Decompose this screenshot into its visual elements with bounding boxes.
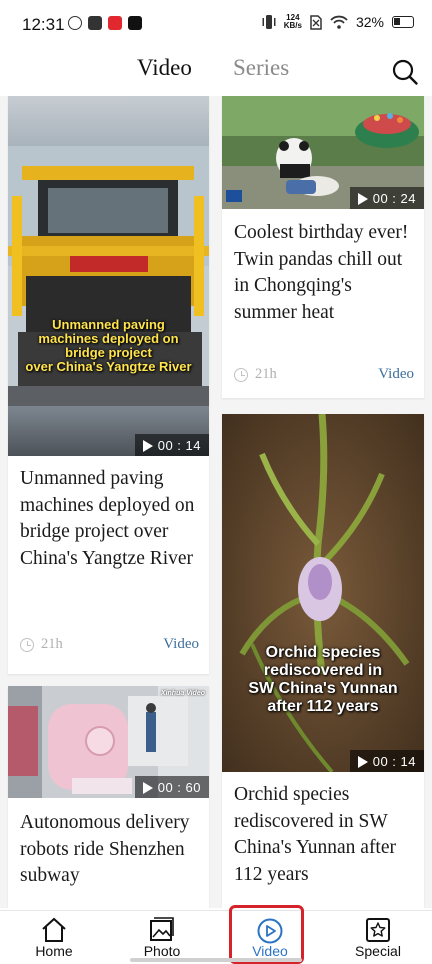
video-card[interactable]: Unmanned paving machines deployed on bri… (8, 96, 209, 674)
battery-percent: 32% (355, 14, 384, 30)
video-thumbnail[interactable]: Unmanned paving machines deployed on bri… (8, 96, 209, 456)
video-tag[interactable]: Video (378, 366, 414, 383)
nav-home-label: Home (35, 943, 73, 959)
time-ago: 21h (255, 366, 277, 382)
video-thumbnail[interactable]: 00 : 24 (222, 96, 424, 209)
star-icon (366, 918, 390, 942)
nav-special-label: Special (355, 943, 401, 959)
video-duration: 00 : 24 (349, 187, 424, 209)
mail-notification-icon (88, 16, 102, 30)
bottom-nav: Home Photo Video Special (0, 910, 432, 964)
video-thumbnail[interactable]: Xinhua Video 00 : 60 (8, 686, 209, 798)
caption-line: after 112 years (267, 698, 379, 715)
play-icon (142, 439, 153, 452)
caption-line: Orchid species (265, 644, 381, 661)
time-ago: 21h (41, 636, 63, 652)
nav-photo[interactable]: Photo (108, 911, 216, 964)
play-icon (142, 781, 153, 794)
caption-line: over China's Yangtze River (25, 359, 192, 374)
video-duration: 00 : 14 (134, 434, 209, 456)
clock-icon (20, 637, 34, 652)
net-speed: 124 KB/s (284, 14, 302, 30)
video-title[interactable]: Autonomous delivery robots ride Shenzhen… (20, 810, 199, 890)
tiktok-notification-icon (128, 16, 142, 30)
status-bar: 12:31 124 KB/s 32% (0, 0, 432, 50)
home-icon (42, 917, 66, 942)
video-tag[interactable]: Video (163, 636, 199, 653)
video-duration: 00 : 60 (134, 776, 209, 798)
nav-photo-label: Photo (143, 943, 181, 959)
duration-text: 00 : 24 (372, 191, 416, 206)
caption-line: SW China's Yunnan (248, 680, 398, 697)
tab-video[interactable]: Video (137, 55, 192, 81)
clock-icon (234, 367, 248, 382)
paving-machine-image (8, 96, 209, 456)
play-icon (357, 755, 368, 768)
thumbnail-caption: Orchid species rediscovered in SW China'… (222, 644, 424, 716)
duration-text: 00 : 60 (157, 780, 201, 795)
video-card[interactable]: 00 : 24 Coolest birthday ever! Twin pand… (222, 96, 424, 398)
play-icon (357, 192, 368, 205)
video-duration: 00 : 14 (349, 750, 424, 772)
app-notification-icon (68, 16, 82, 30)
caption-line: machines deployed on (38, 331, 179, 346)
photo-icon (150, 917, 174, 941)
video-thumbnail[interactable]: Orchid species rediscovered in SW China'… (222, 414, 424, 772)
thumbnail-caption: Unmanned paving machines deployed on bri… (8, 318, 209, 374)
video-tab-highlight-frame (229, 905, 304, 964)
duration-text: 00 : 14 (157, 438, 201, 453)
tab-series[interactable]: Series (233, 55, 289, 81)
home-indicator[interactable] (130, 958, 302, 962)
nav-home[interactable]: Home (0, 911, 108, 964)
sim-off-icon (310, 14, 322, 30)
notification-icons (68, 16, 142, 30)
caption-line: Unmanned paving (52, 317, 165, 332)
video-meta: 21h Video (20, 636, 199, 653)
red-app-notification-icon (108, 16, 122, 30)
video-card[interactable]: Xinhua Video 00 : 60 Autonomous delivery… (8, 686, 209, 908)
watermark: Xinhua Video (160, 690, 205, 697)
top-tabs: Video Series (0, 55, 432, 91)
nav-special[interactable]: Special (324, 911, 432, 964)
caption-line: bridge project (65, 345, 152, 360)
video-card[interactable]: Orchid species rediscovered in SW China'… (222, 414, 424, 908)
net-speed-unit: KB/s (283, 21, 302, 30)
vibrate-icon (262, 15, 276, 29)
video-meta: 21h Video (234, 366, 414, 383)
battery-icon (392, 16, 414, 28)
video-title[interactable]: Unmanned paving machines deployed on bri… (20, 466, 199, 572)
duration-text: 00 : 14 (372, 754, 416, 769)
video-title[interactable]: Orchid species rediscovered in SW China'… (234, 782, 414, 888)
status-time: 12:31 (22, 15, 65, 34)
system-status: 124 KB/s 32% (262, 14, 414, 30)
video-feed[interactable]: Unmanned paving machines deployed on bri… (0, 96, 432, 908)
video-title[interactable]: Coolest birthday ever! Twin pandas chill… (234, 220, 414, 326)
caption-line: rediscovered in (263, 662, 383, 679)
orchid-image (222, 414, 424, 772)
wifi-icon (330, 15, 348, 29)
search-icon[interactable] (390, 57, 420, 87)
